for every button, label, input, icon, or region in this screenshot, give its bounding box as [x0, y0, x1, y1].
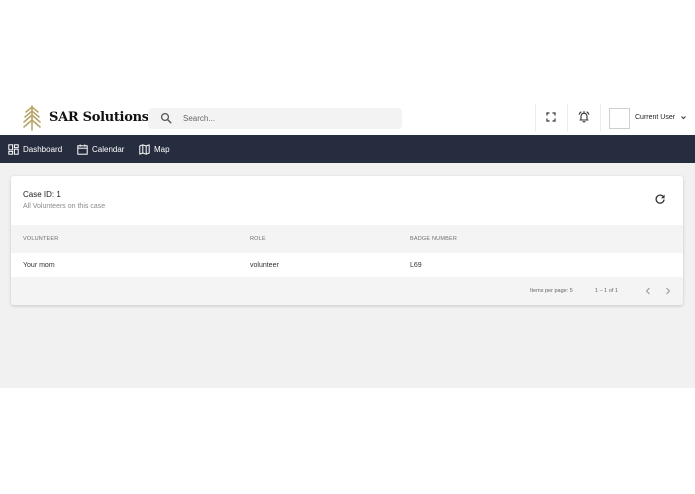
column-header-volunteer[interactable]: VOLUNTEER	[23, 236, 58, 242]
refresh-icon[interactable]	[654, 193, 666, 205]
avatar[interactable]	[609, 108, 630, 129]
table-header: VOLUNTEER ROLE BADGE NUMBER	[11, 225, 683, 253]
case-title: Case ID: 1	[23, 190, 61, 199]
header-divider	[567, 104, 568, 132]
case-subtitle: All Volunteers on this case	[23, 203, 106, 210]
nav-item-label: Map	[154, 144, 170, 154]
cell-role: volunteer	[250, 262, 279, 269]
chevron-right-icon[interactable]	[663, 286, 673, 296]
chevron-left-icon[interactable]	[643, 286, 653, 296]
search-icon	[160, 112, 172, 124]
nav-item-calendar[interactable]: Calendar	[77, 143, 124, 155]
search-bar[interactable]	[148, 108, 402, 129]
case-volunteers-card: Case ID: 1 All Volunteers on this case V…	[11, 176, 683, 305]
table-paginator: Items per page: 5 1 – 1 of 1	[11, 277, 683, 305]
calendar-icon	[77, 144, 88, 155]
column-header-badge-number[interactable]: BADGE NUMBER	[410, 236, 457, 242]
nav-item-label: Calendar	[92, 144, 125, 154]
top-header: SAR Solutions Search... Current User	[0, 100, 695, 135]
dashboard-icon	[8, 143, 19, 155]
nav-item-label: Dashboard	[23, 144, 63, 154]
search-input[interactable]	[183, 111, 393, 126]
chevron-down-icon[interactable]	[680, 114, 687, 121]
cell-badge-number: L69	[410, 262, 422, 269]
map-icon	[139, 143, 150, 155]
table-row[interactable]: Your mom volunteer L69	[11, 253, 683, 277]
cell-volunteer: Your mom	[23, 262, 55, 269]
header-divider	[600, 104, 601, 132]
fullscreen-icon[interactable]	[544, 110, 558, 124]
header-divider	[535, 104, 536, 132]
user-name[interactable]: Current User	[635, 114, 675, 121]
column-header-role[interactable]: ROLE	[250, 236, 266, 242]
brand-name[interactable]: SAR Solutions	[49, 110, 149, 125]
app-shell: SAR Solutions Search... Current User Das…	[0, 100, 695, 388]
pine-tree-logo-icon[interactable]	[22, 105, 42, 131]
page-range-label: 1 – 1 of 1	[595, 288, 618, 294]
main-nav: Dashboard Calendar Map	[0, 135, 695, 163]
nav-item-map[interactable]: Map	[139, 143, 170, 155]
items-per-page-label[interactable]: Items per page: 5	[530, 288, 573, 294]
nav-item-dashboard[interactable]: Dashboard	[8, 143, 62, 155]
notification-bell-icon[interactable]	[577, 110, 591, 124]
